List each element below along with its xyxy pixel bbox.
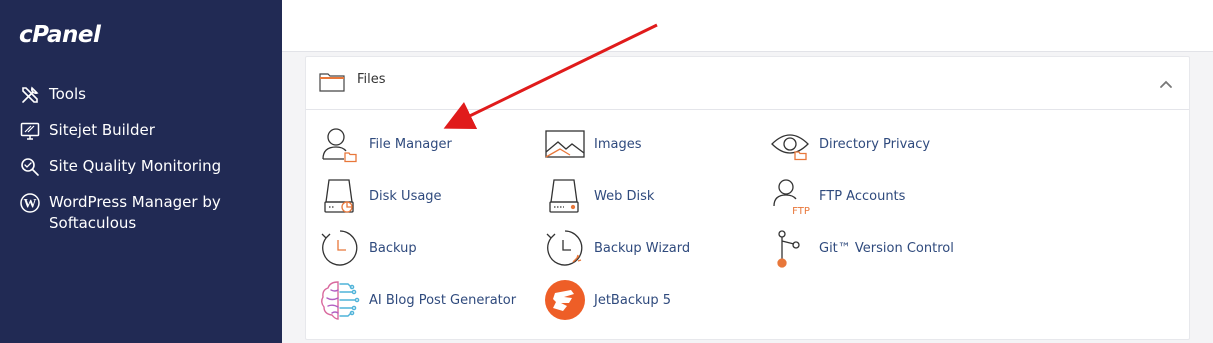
- tool-web-disk[interactable]: Web Disk: [544, 173, 654, 219]
- tool-label: Backup: [369, 240, 417, 256]
- sidebar-item-label: Tools: [49, 85, 86, 103]
- tool-backup[interactable]: Backup: [319, 225, 417, 271]
- sidebar-item-site-quality[interactable]: Site Quality Monitoring: [19, 156, 221, 178]
- wordpress-icon: W: [19, 192, 41, 214]
- tool-directory-privacy[interactable]: Directory Privacy: [769, 121, 930, 167]
- ftp-accounts-icon: FTP: [769, 175, 811, 217]
- sitejet-icon: [19, 120, 41, 142]
- tool-images[interactable]: Images: [544, 121, 642, 167]
- sidebar-item-label: Site Quality Monitoring: [49, 157, 222, 175]
- tool-label: Backup Wizard: [594, 240, 691, 256]
- tool-label: JetBackup 5: [594, 292, 671, 308]
- tool-ai-blog-post-generator[interactable]: AI Blog Post Generator: [319, 277, 516, 323]
- tool-label: Directory Privacy: [819, 136, 931, 152]
- jetbackup-icon: [544, 279, 586, 321]
- sidebar-item-label: Sitejet Builder: [49, 121, 155, 139]
- svg-text:FTP: FTP: [792, 206, 810, 216]
- directory-privacy-icon: [769, 123, 811, 165]
- svg-text:W: W: [24, 196, 37, 211]
- sidebar-item-label: WordPress Manager by Softaculous: [49, 193, 221, 232]
- tool-label: Git™ Version Control: [819, 240, 954, 256]
- tool-label: FTP Accounts: [819, 188, 906, 204]
- web-disk-icon: [544, 175, 586, 217]
- files-panel-header[interactable]: Files: [306, 57, 1189, 110]
- tool-backup-wizard[interactable]: Backup Wizard: [544, 225, 690, 271]
- tool-label: Disk Usage: [369, 188, 442, 204]
- tools-icon: [19, 84, 41, 106]
- tool-git-version-control[interactable]: Git™ Version Control: [769, 225, 954, 271]
- tool-disk-usage[interactable]: Disk Usage: [319, 173, 442, 219]
- sidebar-item-tools[interactable]: Tools: [19, 84, 86, 106]
- disk-usage-icon: [319, 175, 361, 217]
- sidebar: cPanel Tools Sitejet Builder Site Qualit…: [0, 0, 282, 343]
- top-header: [282, 0, 1213, 52]
- search-icon: [19, 156, 41, 178]
- tool-label: Web Disk: [594, 188, 655, 204]
- panel-title: Files: [357, 72, 386, 87]
- tool-jetbackup-5[interactable]: JetBackup 5: [544, 277, 671, 323]
- tool-label: Images: [594, 136, 642, 152]
- tool-ftp-accounts[interactable]: FTP FTP Accounts: [769, 173, 905, 219]
- sidebar-item-wordpress[interactable]: W WordPress Manager by Softaculous: [19, 192, 221, 234]
- tool-label: AI Blog Post Generator: [369, 292, 517, 308]
- file-manager-icon: [319, 123, 361, 165]
- images-icon: [544, 123, 586, 165]
- sidebar-item-sitejet[interactable]: Sitejet Builder: [19, 120, 155, 142]
- tool-label: File Manager: [369, 136, 452, 152]
- tool-file-manager[interactable]: File Manager: [319, 121, 452, 167]
- backup-icon: [319, 227, 361, 269]
- chevron-up-icon[interactable]: [1159, 74, 1173, 93]
- folder-icon: [319, 72, 345, 96]
- backup-wizard-icon: [544, 227, 586, 269]
- git-icon: [769, 227, 811, 269]
- cpanel-logo[interactable]: cPanel: [19, 24, 101, 47]
- files-panel: Files File Manager Images Directory Priv…: [305, 56, 1190, 340]
- ai-brain-icon: [319, 279, 361, 321]
